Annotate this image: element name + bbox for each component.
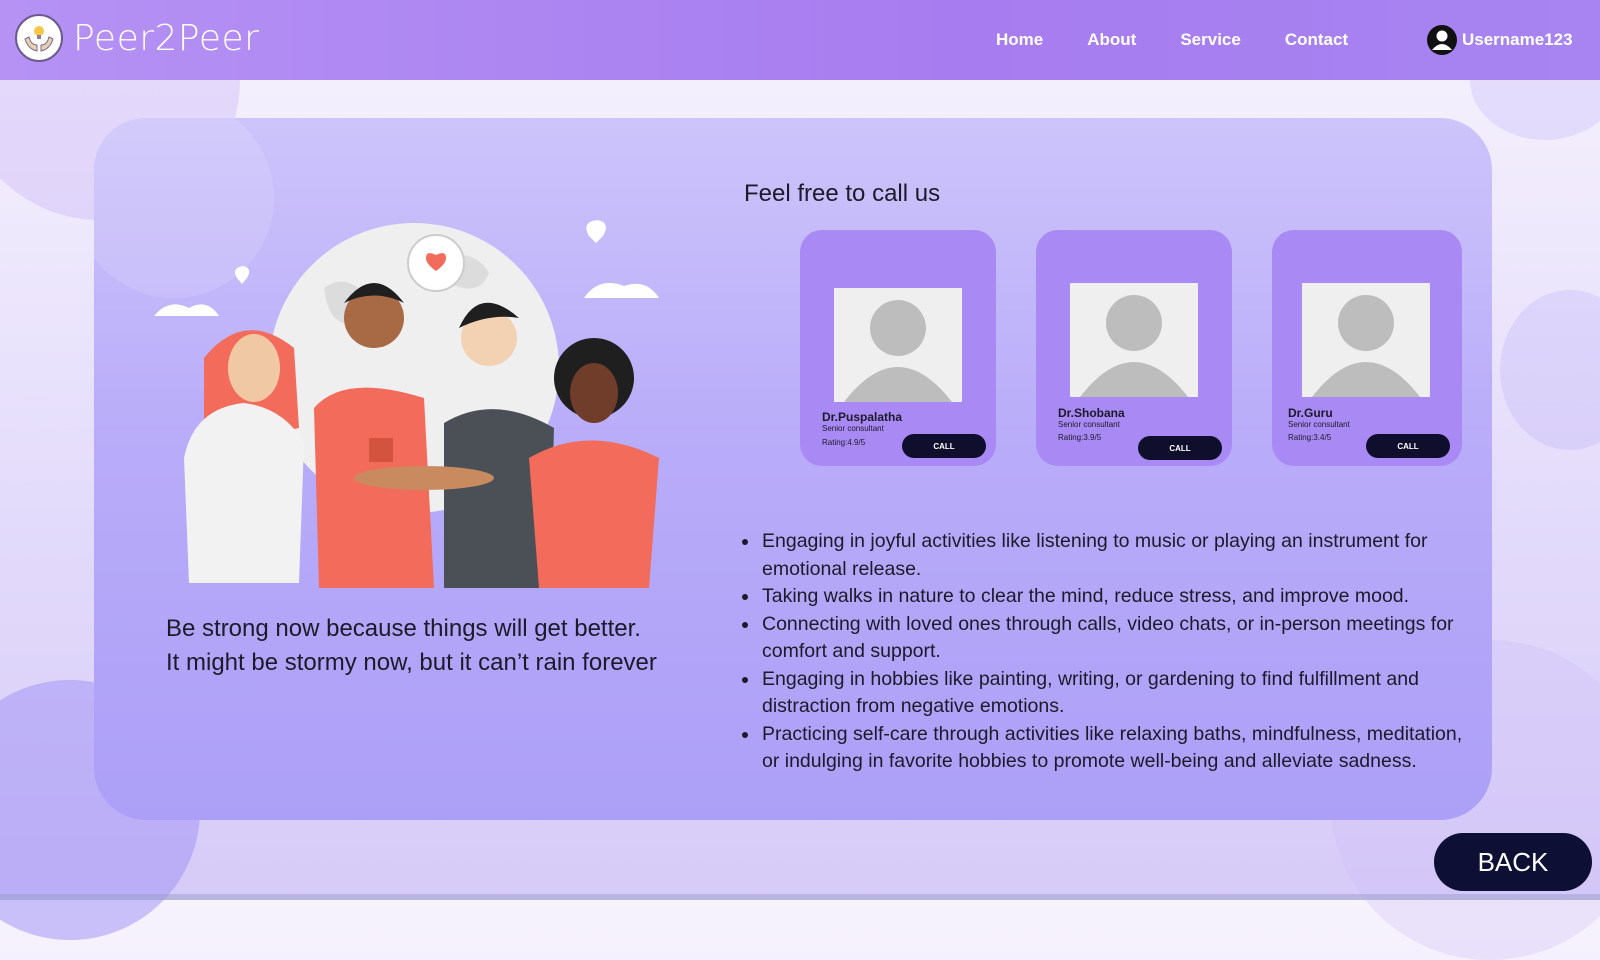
nav-about-link[interactable]: About bbox=[1087, 30, 1136, 50]
list-item: Taking walks in nature to clear the mind… bbox=[760, 583, 1480, 611]
doctor-rating: Rating:3.4/5 bbox=[1288, 433, 1332, 442]
username-label: Username123 bbox=[1462, 30, 1573, 49]
nav-contact-link[interactable]: Contact bbox=[1285, 30, 1348, 50]
list-item: Engaging in joyful activities like liste… bbox=[760, 528, 1480, 583]
top-navbar: Peer2Peer Home About Service Contact Use… bbox=[0, 0, 1600, 80]
call-section-title: Feel free to call us bbox=[744, 180, 941, 207]
doctor-role: Senior consultant bbox=[822, 424, 884, 433]
doctor-name: Dr.Puspalatha bbox=[822, 410, 903, 424]
encouragement-quote: Be strong now because things will get be… bbox=[166, 612, 726, 680]
nav-home-link[interactable]: Home bbox=[996, 30, 1043, 50]
avatar-placeholder-icon bbox=[834, 288, 962, 402]
nav-links: Home About Service Contact bbox=[996, 0, 1392, 80]
bottom-divider bbox=[0, 894, 1600, 900]
doctor-name: Dr.Guru bbox=[1288, 406, 1333, 420]
call-button[interactable]: CALL bbox=[902, 434, 986, 458]
list-item: Connecting with loved ones through calls… bbox=[760, 611, 1480, 666]
coping-tips-list: Engaging in joyful activities like liste… bbox=[736, 528, 1480, 776]
doctor-rating: Rating:3.9/5 bbox=[1058, 433, 1102, 442]
list-item: Practicing self-care through activities … bbox=[760, 721, 1480, 776]
back-button[interactable]: BACK bbox=[1434, 833, 1592, 891]
friends-illustration bbox=[154, 220, 659, 588]
brand-logo[interactable]: Peer2Peer bbox=[15, 14, 259, 62]
nav-service-link[interactable]: Service bbox=[1180, 30, 1241, 50]
quote-line-1: Be strong now because things will get be… bbox=[166, 615, 641, 642]
doctor-rating: Rating:4.9/5 bbox=[822, 438, 866, 447]
user-circle-icon bbox=[1427, 25, 1457, 55]
avatar-placeholder-icon bbox=[1070, 283, 1198, 397]
hands-lightbulb-icon bbox=[15, 14, 63, 62]
main-panel: Be strong now because things will get be… bbox=[94, 118, 1492, 820]
doctor-role: Senior consultant bbox=[1288, 420, 1350, 429]
doctor-card: Dr.Shobana Senior consultant Rating:3.9/… bbox=[1036, 230, 1232, 466]
user-menu[interactable]: Username123 bbox=[1426, 24, 1573, 56]
brand-name: Peer2Peer bbox=[73, 17, 260, 59]
doctor-name: Dr.Shobana bbox=[1058, 406, 1125, 420]
avatar-placeholder-icon bbox=[1302, 283, 1430, 397]
call-button[interactable]: CALL bbox=[1366, 434, 1450, 458]
doctor-card: Dr.Guru Senior consultant Rating:3.4/5 C… bbox=[1272, 230, 1462, 466]
call-button[interactable]: CALL bbox=[1138, 436, 1222, 460]
doctor-card: Dr.Puspalatha Senior consultant Rating:4… bbox=[800, 230, 996, 466]
quote-line-2: It might be stormy now, but it can’t rai… bbox=[166, 649, 657, 676]
list-item: Engaging in hobbies like painting, writi… bbox=[760, 666, 1480, 721]
bg-decoration bbox=[1500, 290, 1600, 450]
doctor-role: Senior consultant bbox=[1058, 420, 1120, 429]
